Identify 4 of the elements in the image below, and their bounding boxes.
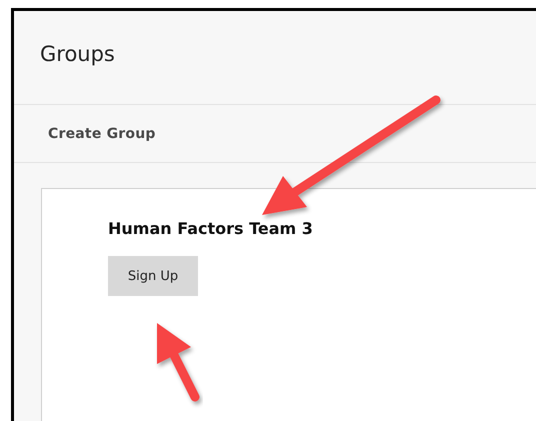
sign-up-button[interactable]: Sign Up <box>108 256 198 296</box>
create-group-link[interactable]: Create Group <box>48 126 156 142</box>
page-title: Groups <box>40 42 115 66</box>
group-name: Human Factors Team 3 <box>108 219 314 238</box>
